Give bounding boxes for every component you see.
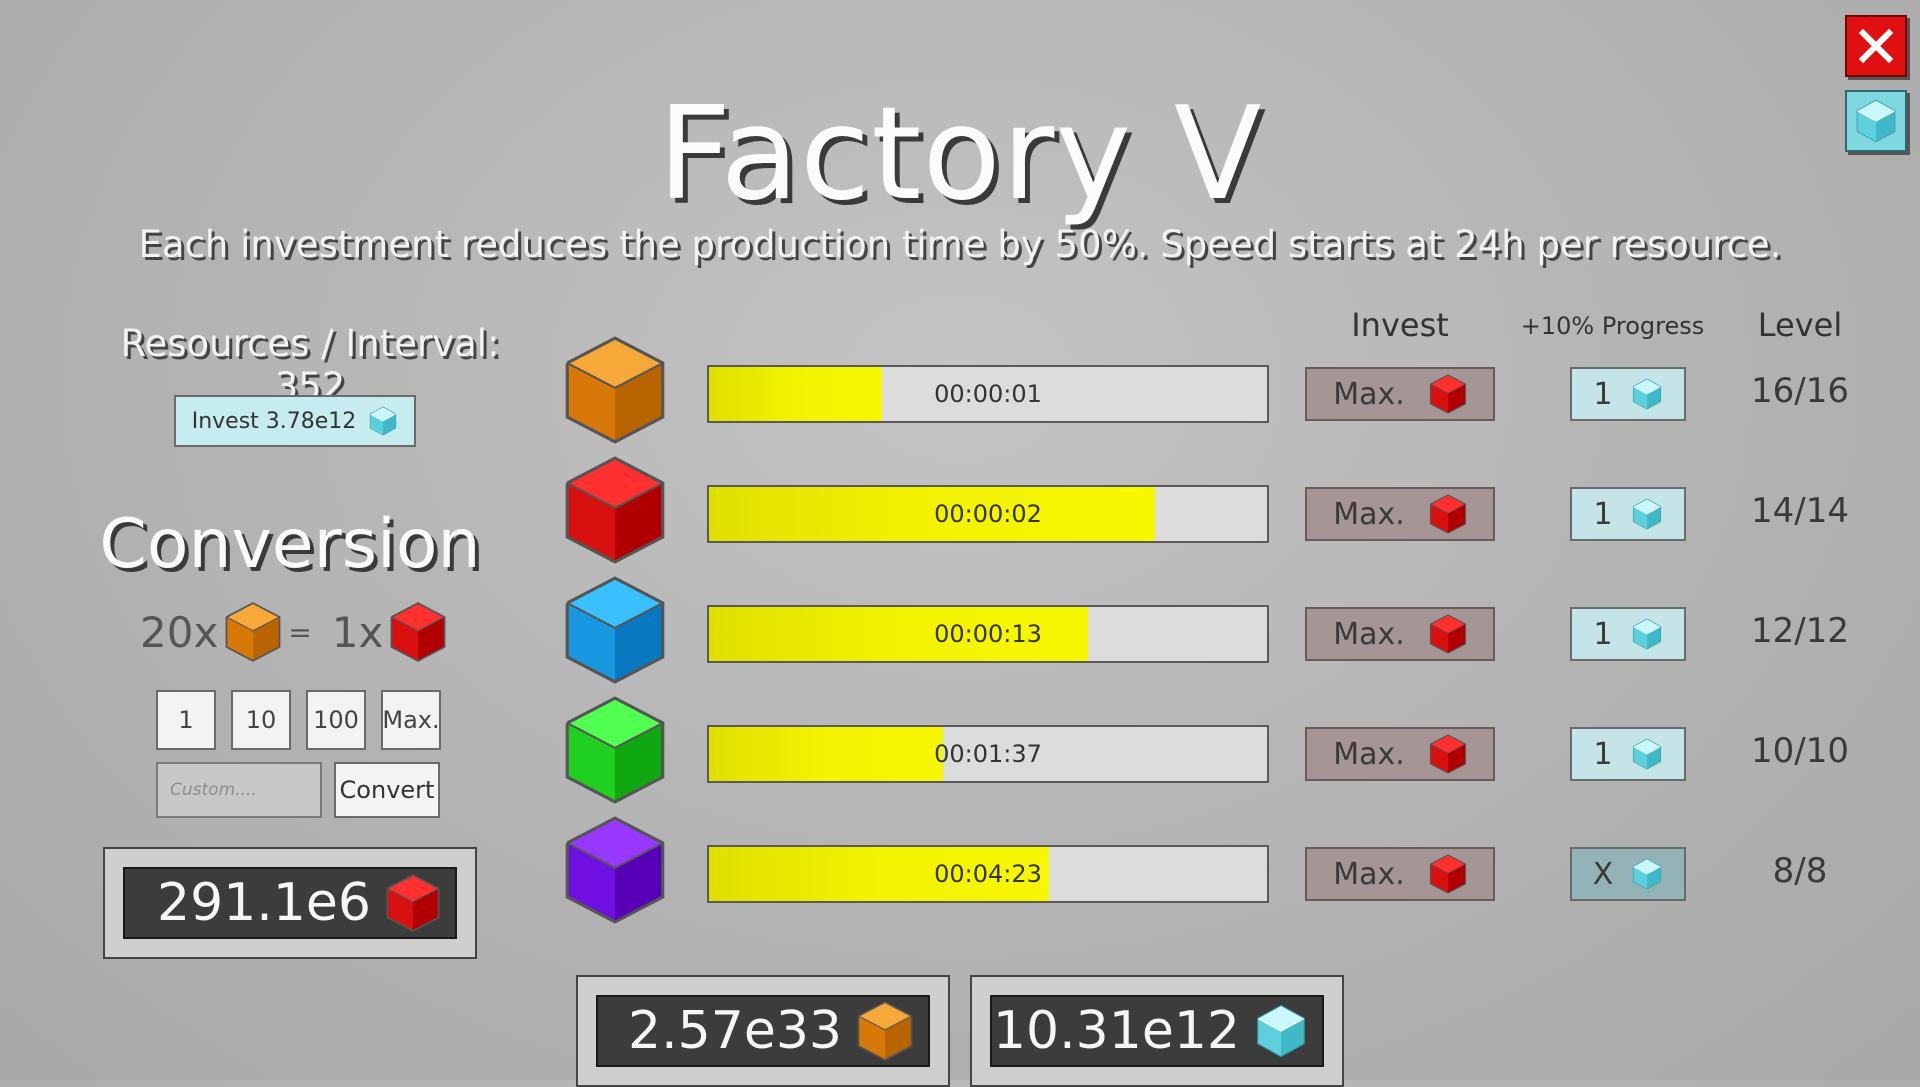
orange-cube-icon bbox=[856, 1001, 914, 1061]
progress-boost-button[interactable]: 1 bbox=[1570, 367, 1686, 421]
production-timer: 00:00:01 bbox=[934, 380, 1042, 408]
factory-level: 16/16 bbox=[1751, 371, 1849, 411]
amount-button-100[interactable]: 100 bbox=[306, 690, 366, 750]
convert-button[interactable]: Convert bbox=[334, 762, 440, 818]
progress-boost-button[interactable]: 1 bbox=[1570, 727, 1686, 781]
gem-icon bbox=[1631, 738, 1663, 770]
progress-boost-label: 1 bbox=[1593, 496, 1613, 532]
gem-icon bbox=[1254, 1004, 1308, 1058]
invest-max-label: Max. bbox=[1333, 616, 1405, 652]
orange-cube-counter-frame: 2.57e33 bbox=[576, 975, 950, 1087]
gem-shop-button[interactable] bbox=[1845, 90, 1907, 152]
amount-button-1[interactable]: 1 bbox=[156, 690, 216, 750]
close-button[interactable] bbox=[1845, 15, 1907, 77]
production-timer: 00:04:23 bbox=[934, 860, 1042, 888]
gem-icon bbox=[1631, 618, 1663, 650]
invest-max-label: Max. bbox=[1333, 496, 1405, 532]
production-progress-bar: 00:00:13 bbox=[707, 605, 1269, 663]
gem-counter: 10.31e12 bbox=[990, 995, 1324, 1067]
factory-level: 14/14 bbox=[1751, 491, 1849, 531]
red-cube-icon bbox=[1429, 494, 1467, 534]
red-cube-total: 291.1e6 bbox=[157, 873, 371, 933]
gem-icon bbox=[1631, 498, 1663, 530]
orange-cube-icon bbox=[224, 602, 282, 662]
invest-max-button[interactable]: Max. bbox=[1305, 607, 1495, 661]
invest-max-button[interactable]: Max. bbox=[1305, 487, 1495, 541]
conversion-equation: 20x = 1x bbox=[140, 600, 447, 664]
invest-max-label: Max. bbox=[1333, 376, 1405, 412]
red-cube-icon bbox=[1429, 614, 1467, 654]
gem-icon bbox=[1631, 858, 1663, 890]
red-cube-icon bbox=[1429, 734, 1467, 774]
gem-icon bbox=[1631, 378, 1663, 410]
production-progress-bar: 00:01:37 bbox=[707, 725, 1269, 783]
invest-resources-label: Invest 3.78e12 bbox=[191, 408, 357, 434]
progress-boost-button[interactable]: 1 bbox=[1570, 487, 1686, 541]
production-progress-bar: 00:00:01 bbox=[707, 365, 1269, 423]
conversion-from-amount: 20x bbox=[140, 607, 219, 657]
red-cube-counter: 291.1e6 bbox=[123, 867, 457, 939]
amount-button-max[interactable]: Max. bbox=[381, 690, 441, 750]
red-cube-icon bbox=[389, 602, 447, 662]
factory-level: 8/8 bbox=[1772, 851, 1828, 891]
factory-level: 12/12 bbox=[1751, 611, 1849, 651]
green-cube-icon bbox=[563, 696, 667, 804]
progress-boost-button[interactable]: 1 bbox=[1570, 607, 1686, 661]
invest-max-button[interactable]: Max. bbox=[1305, 367, 1495, 421]
amount-button-10[interactable]: 10 bbox=[231, 690, 291, 750]
page-title: Factory V bbox=[657, 80, 1263, 229]
orange-cube-counter: 2.57e33 bbox=[596, 995, 930, 1067]
red-cube-icon bbox=[1429, 374, 1467, 414]
gem-icon bbox=[368, 406, 398, 436]
invest-resources-button[interactable]: Invest 3.78e12 bbox=[174, 395, 416, 447]
gem-counter-frame: 10.31e12 bbox=[970, 975, 1344, 1087]
close-icon bbox=[1858, 28, 1894, 64]
red-cube-counter-frame: 291.1e6 bbox=[103, 847, 477, 959]
invest-max-button[interactable]: Max. bbox=[1305, 847, 1495, 901]
conversion-to-amount: 1x bbox=[331, 607, 384, 657]
progress-boost-label: 1 bbox=[1593, 376, 1613, 412]
red-cube-icon bbox=[1429, 854, 1467, 894]
column-header-invest: Invest bbox=[1351, 306, 1449, 344]
column-header-progress: +10% Progress bbox=[1520, 312, 1705, 340]
blue-cube-icon bbox=[563, 576, 667, 684]
factory-level: 10/10 bbox=[1751, 731, 1849, 771]
invest-max-label: Max. bbox=[1333, 736, 1405, 772]
conversion-equals: = bbox=[288, 615, 312, 649]
progress-boost-button[interactable]: X bbox=[1570, 847, 1686, 901]
gem-icon bbox=[1854, 99, 1898, 143]
red-cube-icon bbox=[385, 874, 441, 932]
conversion-title: Conversion bbox=[99, 505, 481, 584]
production-timer: 00:01:37 bbox=[934, 740, 1042, 768]
production-progress-bar: 00:00:02 bbox=[707, 485, 1269, 543]
progress-boost-label: X bbox=[1592, 856, 1614, 892]
column-header-level: Level bbox=[1757, 306, 1843, 344]
orange-cube-icon bbox=[563, 336, 667, 444]
page-subtitle: Each investment reduces the production t… bbox=[138, 223, 1782, 266]
orange-cube-total: 2.57e33 bbox=[628, 1001, 842, 1061]
progress-boost-label: 1 bbox=[1593, 736, 1613, 772]
invest-max-button[interactable]: Max. bbox=[1305, 727, 1495, 781]
progress-boost-label: 1 bbox=[1593, 616, 1613, 652]
production-timer: 00:00:13 bbox=[934, 620, 1042, 648]
red-cube-icon bbox=[563, 456, 667, 564]
invest-max-label: Max. bbox=[1333, 856, 1405, 892]
custom-amount-input[interactable]: Custom.... bbox=[156, 762, 322, 818]
production-timer: 00:00:02 bbox=[934, 500, 1042, 528]
gem-total: 10.31e12 bbox=[992, 1001, 1240, 1061]
production-progress-bar: 00:04:23 bbox=[707, 845, 1269, 903]
purple-cube-icon bbox=[563, 816, 667, 924]
